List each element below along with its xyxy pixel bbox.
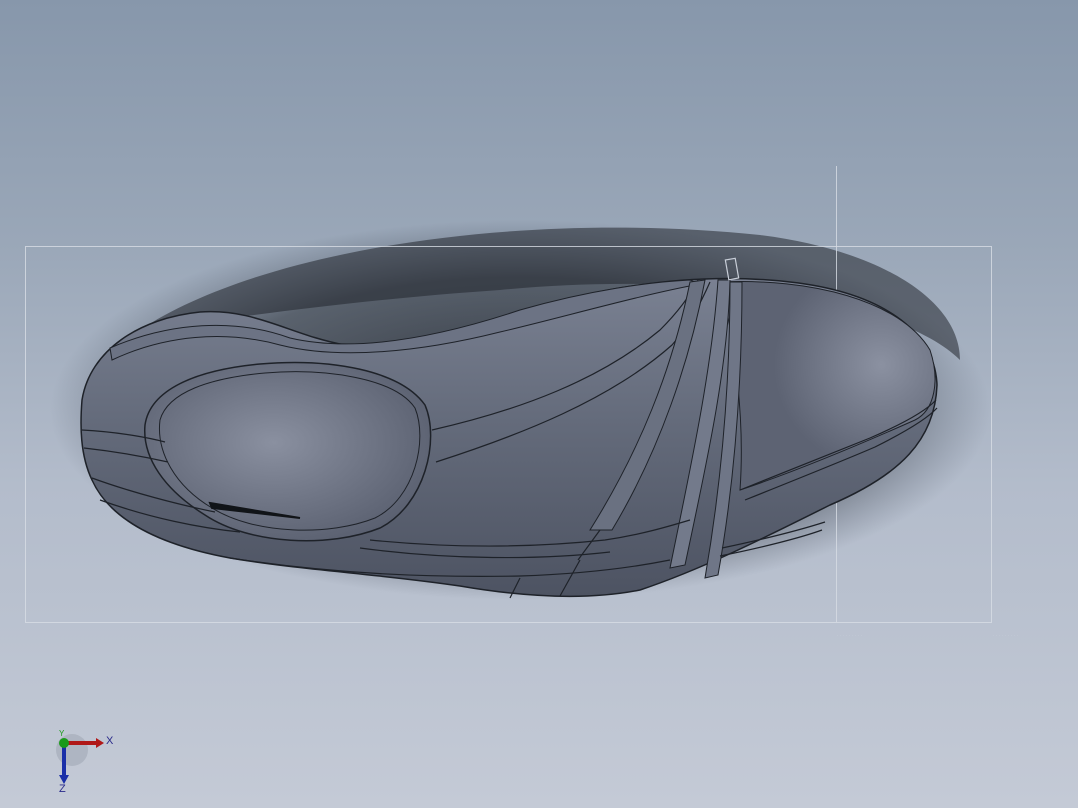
ghost-label-2: ·········	[992, 630, 1019, 640]
orientation-triad[interactable]: X Y Z	[50, 728, 120, 793]
triad-origin-shadow	[56, 734, 88, 766]
x-axis-arrow-icon	[96, 738, 104, 748]
y-axis-label: Y	[59, 729, 65, 738]
model-canvas[interactable]: ········· ·········	[0, 0, 1078, 808]
y-axis-icon	[59, 738, 69, 748]
graphics-viewport[interactable]: ········· ········· X Y Z	[0, 0, 1078, 808]
ghost-label-1: ·········	[836, 630, 863, 640]
z-axis-label: Z	[59, 783, 66, 793]
x-axis-label: X	[106, 735, 114, 747]
